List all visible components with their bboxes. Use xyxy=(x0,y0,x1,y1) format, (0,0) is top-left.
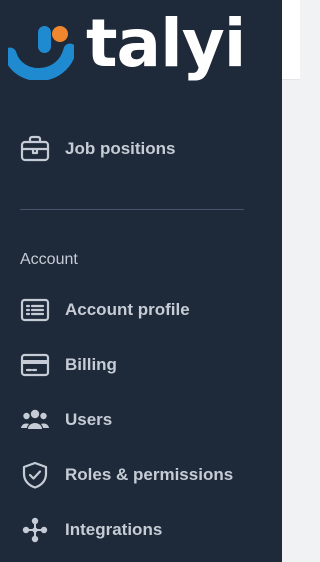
sidebar-item-label: Job positions xyxy=(65,139,176,158)
credit-card-icon xyxy=(19,351,51,379)
section-title-account: Account xyxy=(20,251,78,268)
brand-name: talyi xyxy=(86,5,246,82)
briefcase-icon xyxy=(19,135,51,163)
integrations-icon xyxy=(19,516,51,544)
sidebar-item-label: Account profile xyxy=(65,300,190,319)
sidebar-item-label: Billing xyxy=(65,355,117,374)
topbar-edge xyxy=(282,0,300,80)
sidebar-item-users[interactable]: Users xyxy=(0,400,282,440)
sidebar-item-label: Integrations xyxy=(65,520,163,539)
sidebar-item-label: Users xyxy=(65,410,113,429)
shield-check-icon xyxy=(19,461,51,489)
sidebar-item-job-positions[interactable]: Job positions xyxy=(0,129,282,169)
sidebar-divider xyxy=(20,209,244,210)
sidebar: talyi Job positions Account Account prof… xyxy=(0,0,282,562)
users-icon xyxy=(19,406,51,434)
sidebar-item-account-profile[interactable]: Account profile xyxy=(0,290,282,330)
sidebar-item-integrations[interactable]: Integrations xyxy=(0,510,282,550)
sidebar-item-label: Roles & permissions xyxy=(65,465,234,484)
talyi-logo-mark xyxy=(8,26,74,80)
sidebar-item-billing[interactable]: Billing xyxy=(0,345,282,385)
list-card-icon xyxy=(19,296,51,324)
sidebar-item-roles-permissions[interactable]: Roles & permissions xyxy=(0,455,282,495)
brand-logo[interactable]: talyi xyxy=(0,0,282,100)
